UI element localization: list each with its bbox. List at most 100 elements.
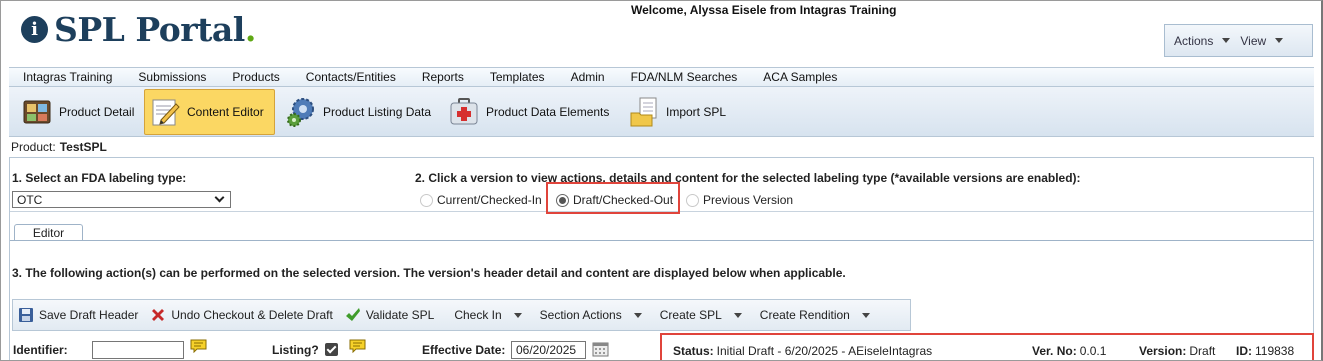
effective-date-input[interactable]: 06/20/2025 [511,341,586,359]
radio-label: Previous Version [703,193,794,207]
create-rendition-dropdown[interactable]: Create Rendition [748,308,876,322]
product-data-elements-label: Product Data Elements [486,105,610,119]
menu-item-reports[interactable]: Reports [409,70,477,84]
import-spl-label: Import SPL [666,105,727,119]
section-actions-label: Section Actions [539,308,622,322]
chevron-down-icon [214,192,225,203]
caret-down-icon [633,312,642,318]
product-data-elements-button[interactable]: Product Data Elements [444,89,613,135]
caret-down-icon [1275,38,1284,43]
version-value: Draft [1189,344,1216,358]
module-toolbar: Product Detail Content Editor Product Li… [9,87,1314,137]
step2-heading: 2. Click a version to view actions, deta… [415,171,1081,185]
id-label: ID: [1236,344,1252,358]
welcome-message: Welcome, Alyssa Eisele from Intagras Tra… [631,3,897,17]
version-info: Version: Draft [1139,344,1215,358]
save-draft-header-label: Save Draft Header [39,308,139,322]
content-editor-icon [149,96,181,128]
save-disk-icon [18,307,34,323]
note-icon[interactable] [190,339,207,354]
product-listing-data-label: Product Listing Data [323,105,432,119]
actions-label: Actions [1174,33,1214,48]
version-number-info: Ver. No: 0.0.1 [1032,344,1106,358]
save-draft-header-button[interactable]: Save Draft Header [13,307,144,323]
labeling-type-select[interactable]: OTC [12,191,231,208]
spl-portal-logo[interactable]: i SPL Portal. [21,9,256,49]
ver-no-label: Ver. No: [1032,344,1077,358]
menu-item-aca-samples[interactable]: ACA Samples [750,70,850,84]
product-name: TestSPL [59,140,107,154]
view-label: View [1240,33,1267,48]
product-detail-label: Product Detail [59,105,135,119]
section-actions-dropdown[interactable]: Section Actions [528,308,648,322]
status-value: Initial Draft - 6/20/2025 - AEiseleIntag… [716,344,933,358]
view-dropdown[interactable]: View [1240,33,1284,48]
effective-date-label: Effective Date: [422,343,506,357]
validate-spl-label: Validate SPL [365,308,435,322]
labeling-type-value: OTC [17,192,43,207]
caret-down-icon [733,312,742,318]
draft-highlight-box [546,182,680,214]
app-window: i SPL Portal. Welcome, Alyssa Eisele fro… [0,0,1323,361]
gears-icon [285,96,317,128]
product-info: Product: TestSPL [11,140,107,154]
menu-item-contacts-entities[interactable]: Contacts/Entities [293,70,409,84]
radio-label: Current/Checked-In [437,193,542,207]
actions-dropdown[interactable]: Actions [1174,33,1231,48]
caret-down-icon [513,312,522,318]
id-value: 119838 [1255,344,1295,358]
undo-checkout-button[interactable]: Undo Checkout & Delete Draft [144,307,338,323]
tab-editor[interactable]: Editor [14,224,83,241]
caret-down-icon [1222,38,1231,43]
content-editor-label: Content Editor [187,105,264,119]
menu-item-intagras-training[interactable]: Intagras Training [9,70,125,84]
radio-button[interactable] [686,193,699,207]
calendar-icon[interactable] [592,341,609,357]
import-spl-button[interactable]: Import SPL [624,89,730,135]
identifier-label: Identifier: [13,343,68,357]
radio-button[interactable] [420,193,433,207]
product-listing-data-button[interactable]: Product Listing Data [281,89,435,135]
import-file-icon [628,96,660,128]
menu-item-submissions[interactable]: Submissions [125,70,219,84]
tab-divider [10,240,1313,241]
logo-dot: . [244,9,257,49]
step3-heading: 3. The following action(s) can be perfor… [12,266,846,280]
caret-down-icon [861,312,870,318]
radio-current-checked-in: Current/Checked-In [420,193,542,207]
validate-spl-button[interactable]: Validate SPL [339,307,441,323]
header-menu-box: Actions View [1164,24,1313,57]
create-spl-label: Create SPL [659,308,722,322]
product-label: Product: [11,140,56,154]
radio-previous-version: Previous Version [686,193,793,207]
step1-heading: 1. Select an FDA labeling type: [12,171,187,185]
product-detail-button[interactable]: Product Detail [17,89,138,135]
check-in-label: Check In [454,308,502,322]
product-detail-icon [21,96,53,128]
create-spl-dropdown[interactable]: Create SPL [648,308,748,322]
red-x-icon [150,307,166,323]
menu-item-products[interactable]: Products [219,70,292,84]
version-actions-toolbar: Save Draft Header Undo Checkout & Delete… [12,299,911,331]
listing-label: Listing? [272,343,319,357]
note-icon[interactable] [349,339,366,354]
content-editor-button[interactable]: Content Editor [144,89,275,135]
menu-item-templates[interactable]: Templates [477,70,558,84]
ver-no-value: 0.0.1 [1079,344,1107,358]
id-info: ID: 119838 [1236,344,1294,358]
check-in-dropdown[interactable]: Check In [440,308,527,322]
create-rendition-label: Create Rendition [759,308,850,322]
logo-text: SPL Portal [54,9,245,49]
status-label: Status: [673,344,714,358]
status-info: Status: Initial Draft - 6/20/2025 - AEise… [673,344,932,358]
undo-checkout-label: Undo Checkout & Delete Draft [171,308,333,322]
menu-item-admin[interactable]: Admin [558,70,618,84]
identifier-input[interactable] [92,341,184,359]
info-logo-icon: i [21,15,48,43]
green-check-icon [345,307,361,323]
version-label: Version: [1139,344,1187,358]
main-menu-bar: Intagras Training Submissions Products C… [9,67,1314,87]
medical-kit-icon [448,96,480,128]
listing-checkbox[interactable] [325,343,338,356]
menu-item-fda-nlm-searches[interactable]: FDA/NLM Searches [618,70,751,84]
